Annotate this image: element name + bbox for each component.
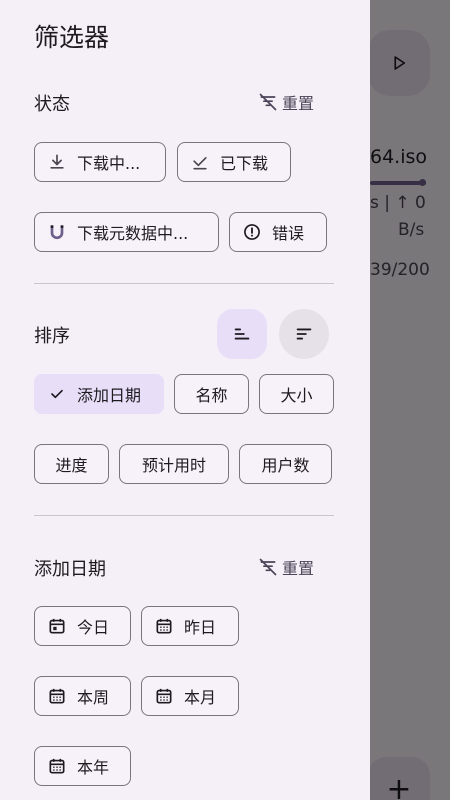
chip-date-yesterday[interactable]: 昨日 [141, 606, 239, 646]
divider [34, 283, 334, 284]
chip-date-this-month[interactable]: 本月 [141, 676, 239, 716]
date-reset-button[interactable]: 重置 [258, 555, 314, 579]
chip-label: 下载元数据中... [77, 224, 189, 243]
chip-sort-name[interactable]: 名称 [174, 374, 249, 414]
sort-descending-button[interactable] [279, 309, 329, 359]
date-section-title: 添加日期 [34, 559, 106, 580]
download-done-icon [193, 157, 207, 170]
chip-label: 名称 [195, 386, 228, 405]
chip-downloaded[interactable]: 已下载 [177, 142, 291, 182]
reset-label: 重置 [282, 94, 315, 113]
calendar-icon [49, 688, 65, 704]
status-section-title: 状态 [34, 94, 70, 115]
chip-label: 添加日期 [77, 386, 142, 405]
divider [34, 515, 334, 516]
error-icon [244, 224, 260, 240]
filter-drawer: 筛选器 状态 重置 下载中... 已下载 下载元数据中... 错误 排序 添加日… [0, 0, 370, 800]
chip-sort-size[interactable]: 大小 [259, 374, 334, 414]
calendar-icon [49, 758, 65, 774]
chip-sort-eta[interactable]: 预计用时 [119, 444, 229, 484]
chip-label: 已下载 [220, 154, 269, 173]
chip-downloading-metadata[interactable]: 下载元数据中... [34, 212, 219, 252]
chip-sort-progress[interactable]: 进度 [34, 444, 109, 484]
magnet-icon [50, 225, 64, 240]
filter-off-icon [259, 93, 277, 111]
chip-sort-peers[interactable]: 用户数 [239, 444, 332, 484]
chip-date-this-year[interactable]: 本年 [34, 746, 131, 786]
calendar-today-icon [49, 618, 65, 634]
filter-off-icon [259, 558, 277, 576]
download-icon [50, 154, 64, 169]
chip-label: 本月 [184, 688, 217, 707]
chip-label: 今日 [77, 618, 110, 637]
chip-label: 昨日 [184, 618, 217, 637]
reset-label: 重置 [282, 559, 315, 578]
chip-error[interactable]: 错误 [229, 212, 327, 252]
check-icon [51, 389, 63, 399]
calendar-icon [156, 618, 172, 634]
calendar-icon [156, 688, 172, 704]
chip-label: 大小 [280, 386, 313, 405]
chip-sort-added-date[interactable]: 添加日期 [34, 374, 164, 414]
chip-label: 本年 [77, 758, 110, 777]
chip-label: 用户数 [261, 456, 310, 475]
sort-section-title: 排序 [34, 326, 70, 347]
sort-ascending-icon [234, 328, 250, 340]
chip-label: 下载中... [77, 154, 141, 173]
chip-label: 本周 [77, 688, 110, 707]
chip-label: 进度 [55, 456, 88, 475]
sort-ascending-button[interactable] [217, 309, 267, 359]
chip-date-this-week[interactable]: 本周 [34, 676, 131, 716]
drawer-title: 筛选器 [34, 23, 110, 52]
status-reset-button[interactable]: 重置 [258, 90, 314, 114]
sort-descending-icon [296, 328, 312, 340]
chip-label: 预计用时 [141, 456, 206, 475]
chip-downloading[interactable]: 下载中... [34, 142, 166, 182]
chip-label: 错误 [272, 224, 305, 243]
chip-date-today[interactable]: 今日 [34, 606, 131, 646]
